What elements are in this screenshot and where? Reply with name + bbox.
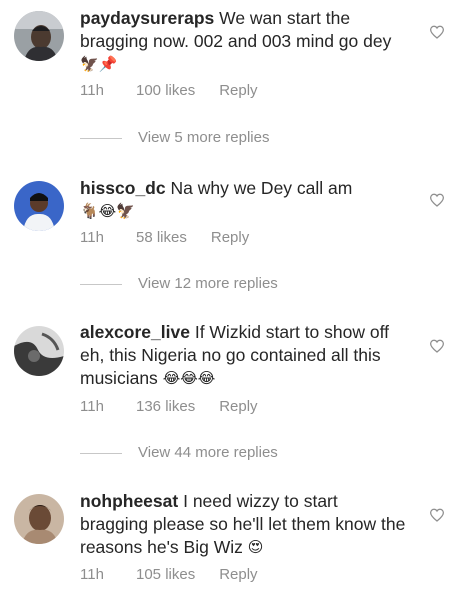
comment-likes[interactable]: 105 likes xyxy=(136,566,195,583)
reply-button[interactable]: Reply xyxy=(219,82,257,99)
heart-outline-icon[interactable] xyxy=(429,508,445,522)
avatar-hissco_dc[interactable] xyxy=(14,181,64,231)
view-more-replies-label: View 12 more replies xyxy=(138,275,278,292)
reply-button[interactable]: Reply xyxy=(219,398,257,415)
comment-emojis: 😍 xyxy=(247,539,264,556)
comment-text: paydaysureraps We wan start the bragging… xyxy=(80,7,410,76)
comment-meta: 11h 136 likes Reply xyxy=(80,398,258,415)
heart-outline-icon[interactable] xyxy=(429,25,445,39)
comment-message: Na why we Dey call am xyxy=(170,178,353,198)
comment-likes[interactable]: 136 likes xyxy=(136,398,195,415)
comment-likes[interactable]: 58 likes xyxy=(136,229,187,246)
comment-text: alexcore_live If Wizkid start to show of… xyxy=(80,321,410,390)
comment-emojis: 😂😂😂 xyxy=(162,370,216,387)
comment-time: 11h xyxy=(80,82,104,99)
reply-button[interactable]: Reply xyxy=(211,229,249,246)
comment-username[interactable]: hissco_dc xyxy=(80,178,166,198)
reply-button[interactable]: Reply xyxy=(219,566,257,583)
view-more-replies-button[interactable]: View 44 more replies xyxy=(80,444,278,464)
comment-username[interactable]: nohpheesat xyxy=(80,491,178,511)
view-more-replies-label: View 44 more replies xyxy=(138,444,278,461)
view-more-replies-label: View 5 more replies xyxy=(138,129,270,146)
heart-outline-icon[interactable] xyxy=(429,193,445,207)
comment-likes[interactable]: 100 likes xyxy=(136,82,195,99)
comment-emojis: 🐐😂🦅 xyxy=(80,203,135,220)
replies-divider xyxy=(80,452,122,454)
comment-time: 11h xyxy=(80,566,104,583)
view-more-replies-button[interactable]: View 5 more replies xyxy=(80,129,269,149)
comment-meta: 11h 100 likes Reply xyxy=(80,82,258,99)
comment-meta: 11h 105 likes Reply xyxy=(80,566,258,583)
comment-username[interactable]: alexcore_live xyxy=(80,322,190,342)
avatar-paydaysureraps[interactable] xyxy=(14,11,64,61)
avatar-nohpheesat[interactable] xyxy=(14,494,64,544)
comment-username[interactable]: paydaysureraps xyxy=(80,8,214,28)
comment-time: 11h xyxy=(80,229,104,246)
comment-text: nohpheesat I need wizzy to start braggin… xyxy=(80,490,410,559)
comment-time: 11h xyxy=(80,398,104,415)
view-more-replies-button[interactable]: View 12 more replies xyxy=(80,275,278,295)
replies-divider xyxy=(80,283,122,285)
comment-meta: 11h 58 likes Reply xyxy=(80,229,249,246)
comment-emojis: 🦅📌 xyxy=(80,56,118,73)
heart-outline-icon[interactable] xyxy=(429,339,445,353)
avatar-alexcore_live[interactable] xyxy=(14,326,64,376)
comment-text: hissco_dc Na why we Dey call am 🐐😂🦅 xyxy=(80,177,410,223)
replies-divider xyxy=(80,137,122,139)
